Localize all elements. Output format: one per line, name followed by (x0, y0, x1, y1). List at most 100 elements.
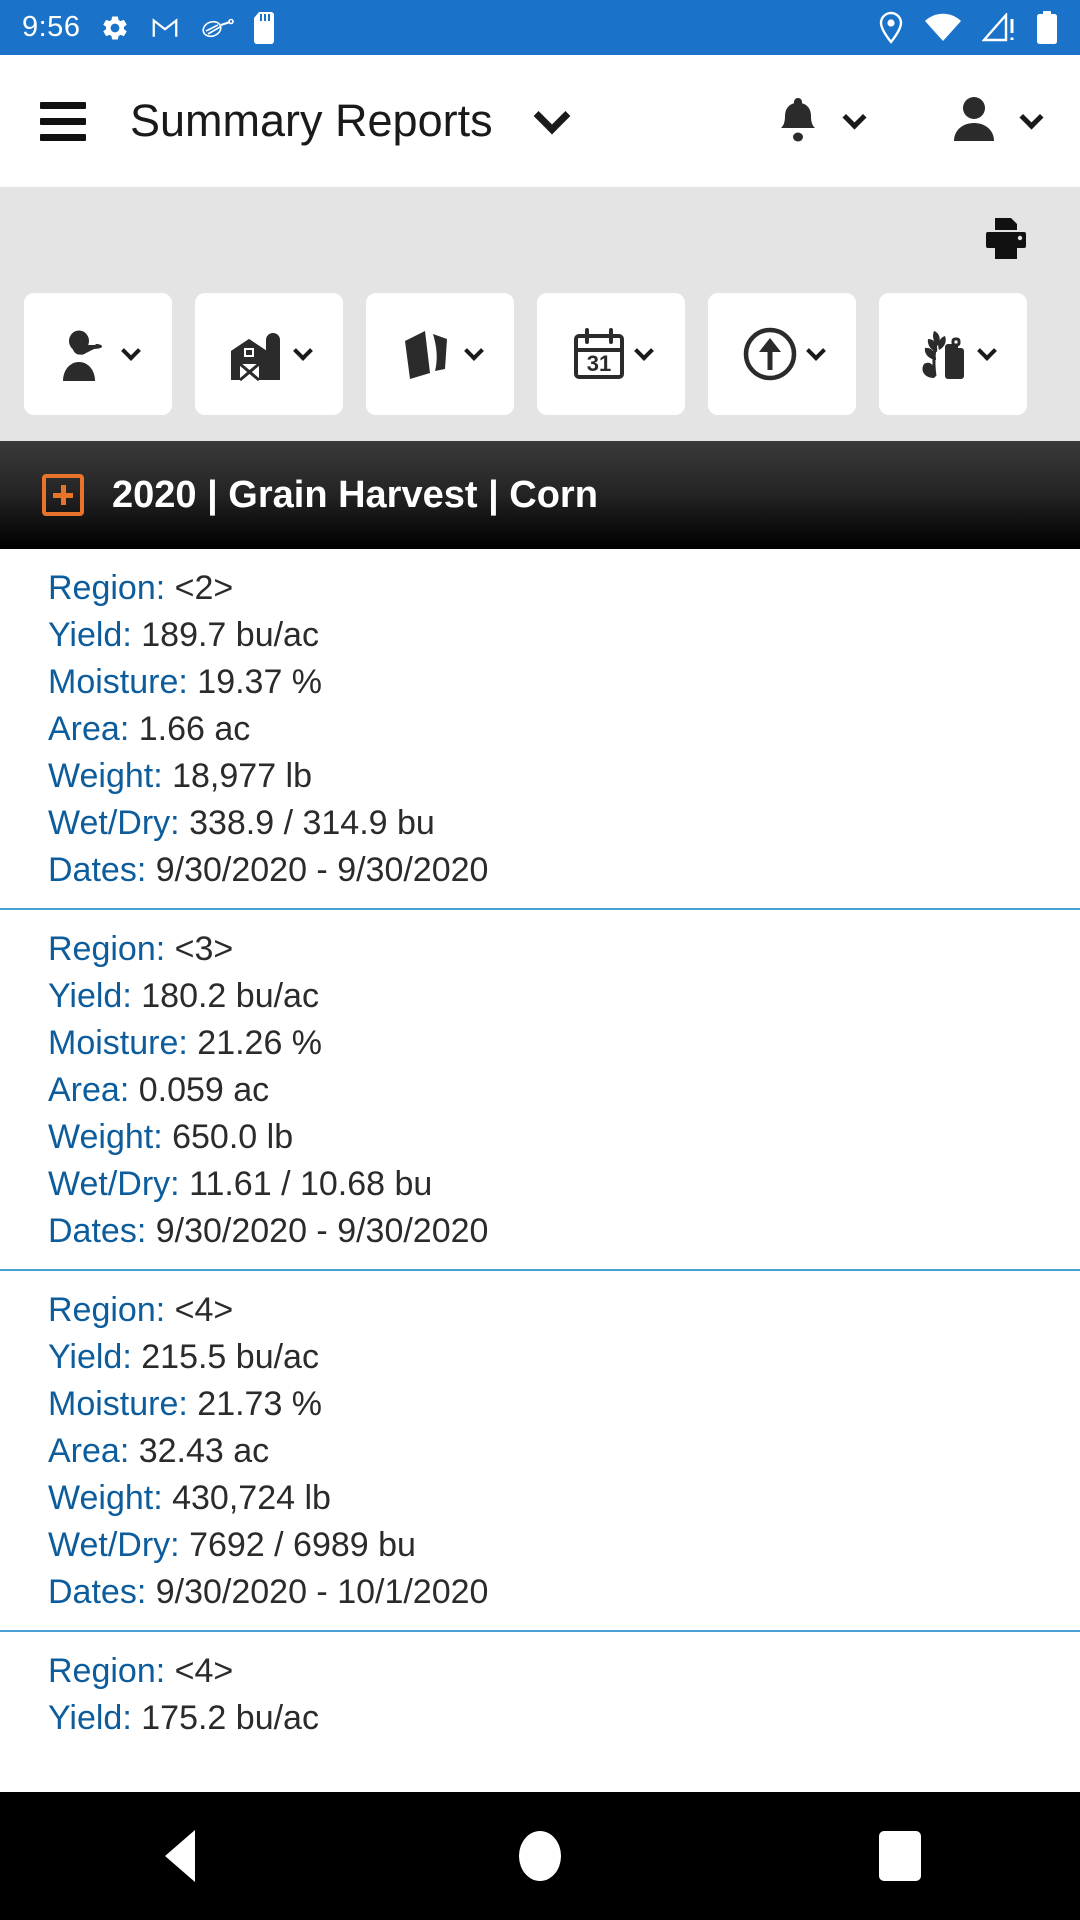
moisture-label: Moisture: (48, 1024, 188, 1062)
wetdry-line: Wet/Dry: 7692 / 6989 bu (48, 1522, 1032, 1569)
weight-value: 18,977 lb (172, 757, 313, 795)
plant-jug-icon (912, 326, 970, 382)
circle-arrow-up-icon (741, 325, 799, 383)
wetdry-label: Wet/Dry: (48, 804, 180, 842)
table-row[interactable]: Region: <4> Yield: 215.5 bu/ac Moisture:… (0, 1271, 1080, 1632)
weight-value: 430,724 lb (172, 1479, 331, 1517)
gear-icon (100, 13, 130, 43)
notifications-button[interactable] (776, 95, 867, 148)
recents-button[interactable] (800, 1831, 1000, 1881)
area-label: Area: (48, 1432, 130, 1470)
region-value: <3> (174, 930, 234, 968)
app-bar: Summary Reports (0, 55, 1080, 187)
grower-filter[interactable] (24, 293, 172, 415)
area-line: Area: 1.66 ac (48, 706, 1032, 753)
back-triangle-icon (165, 1830, 195, 1882)
dates-label: Dates: (48, 1212, 147, 1250)
operation-filter[interactable] (708, 293, 856, 415)
season-filter[interactable]: 31 (537, 293, 685, 415)
dates-value: 9/30/2020 - 9/30/2020 (155, 1212, 489, 1250)
region-value: <4> (174, 1652, 234, 1690)
yield-label: Yield: (48, 616, 132, 654)
moisture-value: 19.37 % (197, 663, 323, 701)
chevron-down-icon (293, 341, 313, 361)
weight-value: 650.0 lb (172, 1118, 294, 1156)
dates-line: Dates: 9/30/2020 - 9/30/2020 (48, 1208, 1032, 1255)
plus-square-icon[interactable] (42, 474, 84, 516)
battery-full-icon (1036, 10, 1058, 45)
print-icon[interactable] (982, 214, 1030, 267)
region-value: <4> (174, 1291, 234, 1329)
area-line: Area: 0.059 ac (48, 1067, 1032, 1114)
region-line: Region: <2> (48, 565, 1032, 612)
status-bar-right (878, 10, 1058, 45)
cellular-signal-warning-icon (982, 12, 1016, 43)
weight-label: Weight: (48, 1479, 163, 1517)
barn-silo-icon (228, 326, 286, 382)
moisture-line: Moisture: 21.26 % (48, 1020, 1032, 1067)
region-line: Region: <4> (48, 1287, 1032, 1334)
group-header[interactable]: 2020 | Grain Harvest | Corn (0, 441, 1080, 549)
chevron-down-icon (121, 341, 141, 361)
wetdry-value: 338.9 / 314.9 bu (189, 804, 435, 842)
moisture-label: Moisture: (48, 663, 188, 701)
yield-value: 180.2 bu/ac (141, 977, 319, 1015)
weight-line: Weight: 650.0 lb (48, 1114, 1032, 1161)
moisture-value: 21.73 % (197, 1385, 323, 1423)
region-label: Region: (48, 1291, 166, 1329)
wifi-icon (924, 13, 962, 43)
dates-label: Dates: (48, 851, 147, 889)
account-button[interactable] (951, 95, 1044, 148)
yield-label: Yield: (48, 1338, 132, 1376)
home-button[interactable] (440, 1831, 640, 1881)
wetdry-label: Wet/Dry: (48, 1526, 180, 1564)
chevron-down-icon (634, 341, 654, 361)
filter-toolbar: 31 (0, 187, 1080, 441)
back-button[interactable] (80, 1830, 280, 1882)
area-value: 1.66 ac (138, 710, 251, 748)
yield-line: Yield: 175.2 bu/ac (48, 1695, 1032, 1742)
status-bar-left: 9:56 (22, 11, 278, 44)
bell-icon (776, 95, 820, 148)
table-row[interactable]: Region: <2> Yield: 189.7 bu/ac Moisture:… (0, 549, 1080, 910)
weight-label: Weight: (48, 1118, 163, 1156)
crop-product-filter[interactable] (879, 293, 1027, 415)
group-header-title: 2020 | Grain Harvest | Corn (112, 473, 598, 516)
field-filter[interactable] (366, 293, 514, 415)
records-list: Region: <2> Yield: 189.7 bu/ac Moisture:… (0, 549, 1080, 1756)
region-label: Region: (48, 930, 166, 968)
sd-card-icon (254, 11, 278, 44)
area-line: Area: 32.43 ac (48, 1428, 1032, 1475)
region-line: Region: <4> (48, 1648, 1032, 1695)
dates-value: 9/30/2020 - 9/30/2020 (155, 851, 489, 889)
title-dropdown-button[interactable] (533, 97, 570, 135)
yield-label: Yield: (48, 1699, 132, 1737)
yield-value: 189.7 bu/ac (141, 616, 319, 654)
table-row[interactable]: Region: <4> Yield: 175.2 bu/ac (0, 1632, 1080, 1756)
yield-line: Yield: 215.5 bu/ac (48, 1334, 1032, 1381)
dates-label: Dates: (48, 1573, 147, 1611)
weight-label: Weight: (48, 757, 163, 795)
area-value: 0.059 ac (138, 1071, 270, 1109)
wetdry-line: Wet/Dry: 338.9 / 314.9 bu (48, 800, 1032, 847)
wetdry-value: 11.61 / 10.68 bu (189, 1165, 433, 1203)
chevron-down-icon (533, 97, 570, 135)
app-bar-actions (776, 95, 1044, 148)
yield-line: Yield: 189.7 bu/ac (48, 612, 1032, 659)
field-polygons-icon (399, 325, 457, 383)
recents-square-icon (879, 1831, 921, 1881)
moisture-line: Moisture: 21.73 % (48, 1381, 1032, 1428)
yield-value: 215.5 bu/ac (141, 1338, 319, 1376)
calendar-31-icon: 31 (571, 326, 627, 382)
farm-filter[interactable] (195, 293, 343, 415)
area-label: Area: (48, 1071, 130, 1109)
status-bar: 9:56 (0, 0, 1080, 55)
area-value: 32.43 ac (138, 1432, 270, 1470)
hamburger-menu-icon[interactable] (40, 101, 86, 141)
table-row[interactable]: Region: <3> Yield: 180.2 bu/ac Moisture:… (0, 910, 1080, 1271)
region-label: Region: (48, 569, 166, 607)
chevron-down-icon (464, 341, 484, 361)
yield-value: 175.2 bu/ac (141, 1699, 319, 1737)
chevron-down-icon (806, 341, 826, 361)
chevron-down-icon (842, 105, 867, 130)
